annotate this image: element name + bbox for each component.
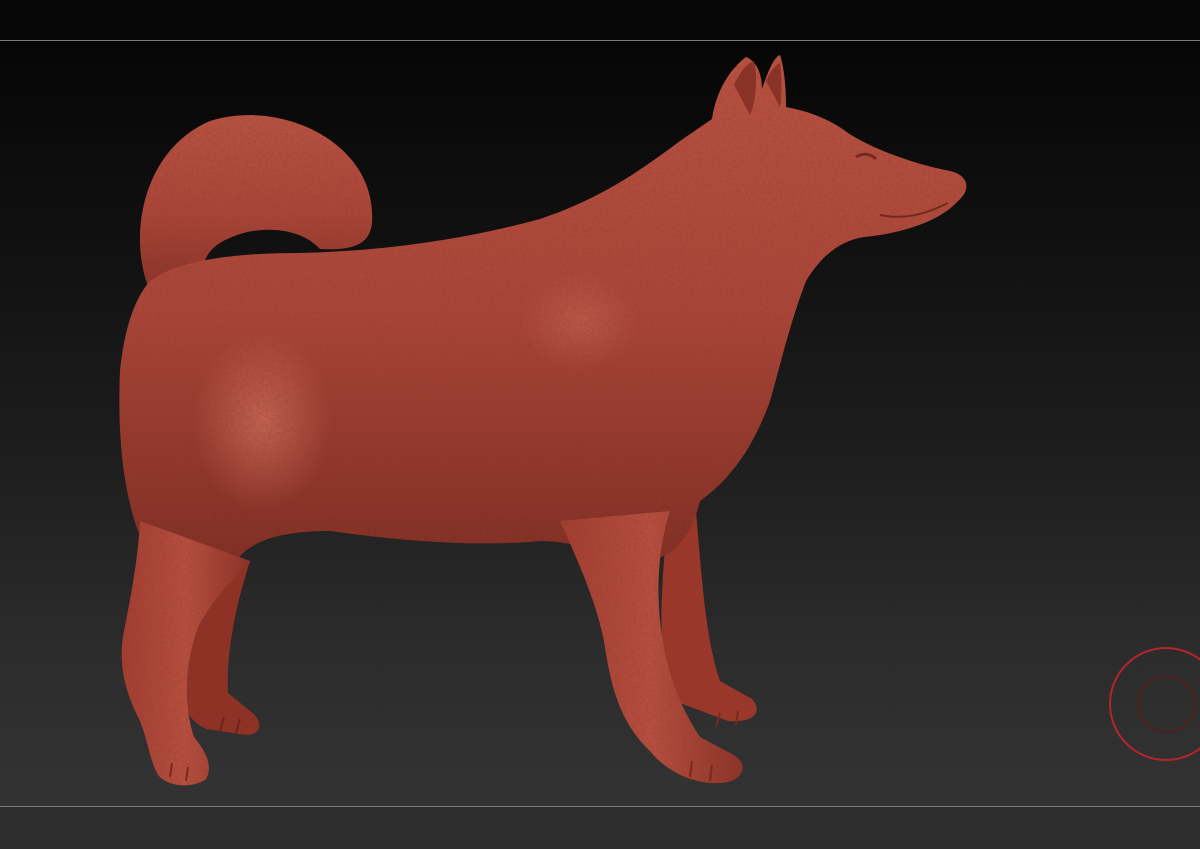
rotate-gizmo-icon[interactable] xyxy=(1108,647,1200,761)
top-toolbar xyxy=(0,0,1200,40)
zbrush-canvas xyxy=(0,0,1200,849)
document-viewport[interactable] xyxy=(0,41,1200,806)
bottom-toolbar xyxy=(0,807,1200,849)
dog-model xyxy=(119,55,967,786)
dog-sculpt-model[interactable] xyxy=(0,41,1200,806)
